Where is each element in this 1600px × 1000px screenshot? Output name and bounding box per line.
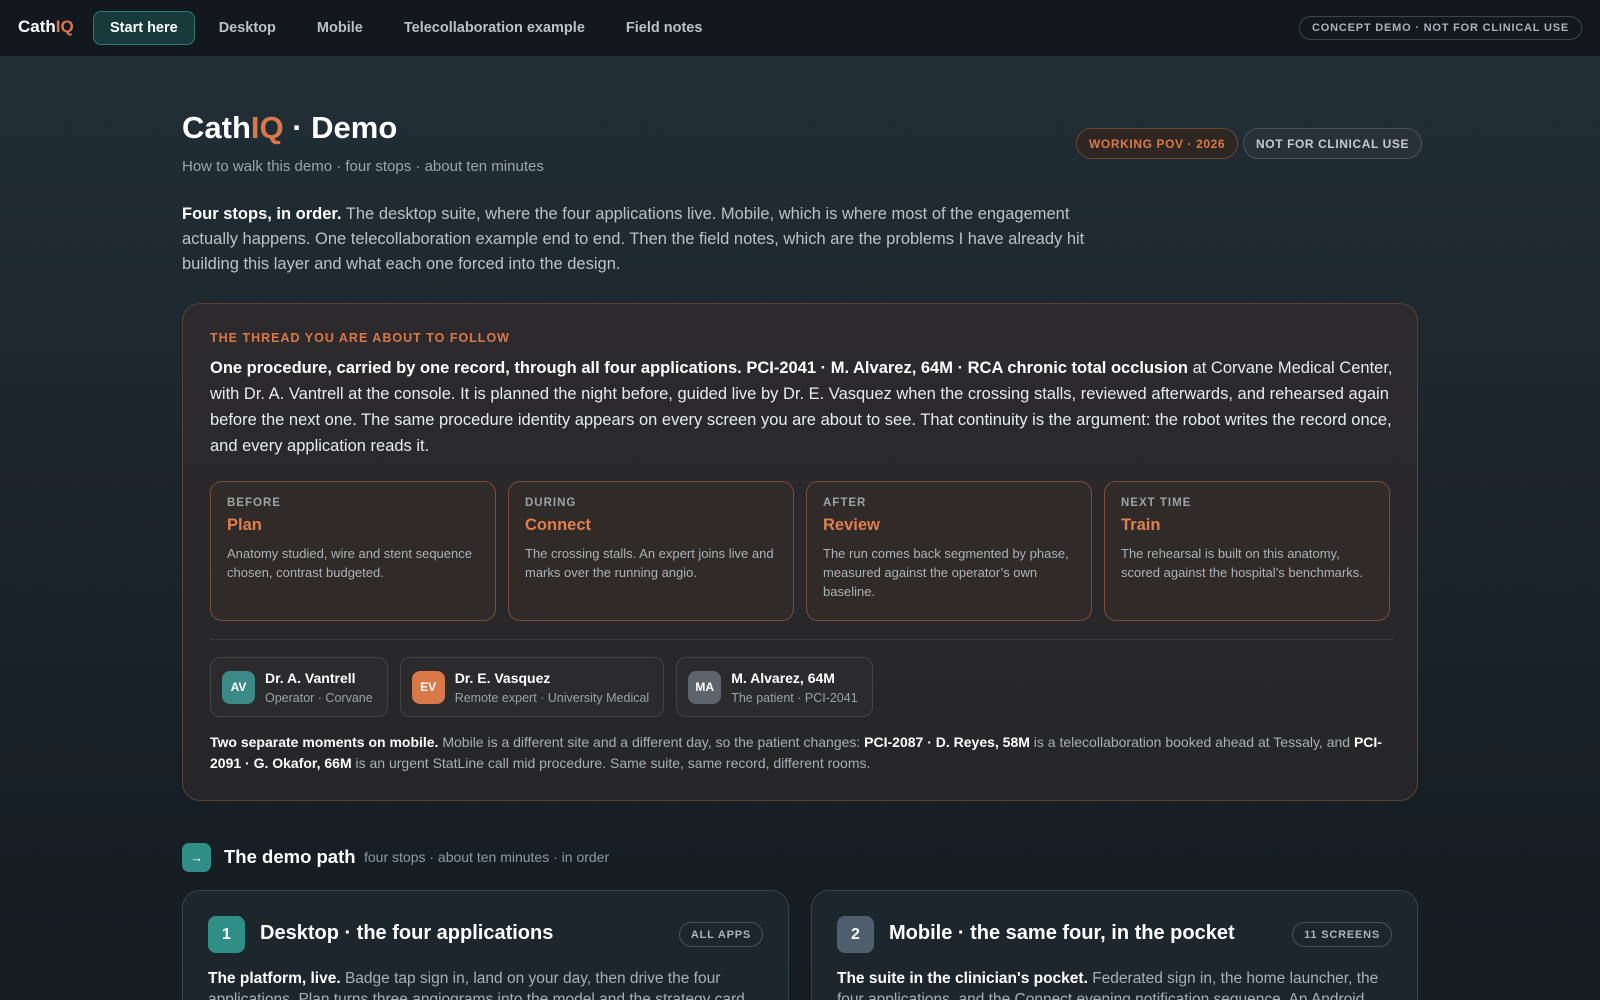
title-suffix: · Demo: [283, 110, 398, 145]
not-for-clinical-use-badge: NOT FOR CLINICAL USE: [1243, 128, 1423, 159]
person-role: The patient · PCI-2041: [731, 690, 858, 705]
mobile-note: Two separate moments on mobile. Mobile i…: [210, 732, 1395, 774]
phase-card-connect[interactable]: DURING Connect The crossing stalls. An e…: [508, 481, 794, 621]
stop-card-mobile[interactable]: 2 Mobile · the same four, in the pocket …: [811, 890, 1418, 1000]
person-info: Dr. E. Vasquez Remote expert · Universit…: [455, 670, 650, 705]
phase-card-plan[interactable]: BEFORE Plan Anatomy studied, wire and st…: [210, 481, 496, 621]
phase-description: The rehearsal is built on this anatomy, …: [1121, 546, 1363, 580]
brand-prefix: Cath: [18, 17, 56, 36]
stop-badge: 11 SCREENS: [1292, 922, 1392, 947]
mobile-note-text: is an urgent StatLine call mid procedure…: [351, 755, 871, 771]
person-name: Dr. A. Vantrell: [265, 669, 356, 686]
phase-name: Train: [1121, 516, 1161, 534]
intro-paragraph: Four stops, in order. The desktop suite,…: [182, 202, 1102, 277]
intro-lead: Four stops, in order.: [182, 205, 342, 223]
mobile-note-text: Mobile is a different site and a differe…: [438, 734, 865, 750]
stop-description: The suite in the clinician's pocket. Fed…: [837, 968, 1393, 1000]
people-chips: AV Dr. A. Vantrell Operator · Corvane EV…: [210, 657, 873, 717]
phase-cards: BEFORE Plan Anatomy studied, wire and st…: [210, 481, 1390, 621]
stop-number: 2: [837, 916, 874, 953]
stop-lead: The suite in the clinician's pocket.: [837, 970, 1088, 987]
phase-description: Anatomy studied, wire and stent sequence…: [227, 546, 472, 580]
person-role: Remote expert · University Medical: [454, 690, 650, 705]
person-chip-operator[interactable]: AV Dr. A. Vantrell Operator · Corvane: [210, 657, 388, 717]
nav-tab-desktop[interactable]: Desktop: [202, 11, 293, 45]
thread-description: One procedure, carried by one record, th…: [210, 355, 1395, 459]
phase-when: BEFORE: [227, 497, 281, 509]
avatar: MA: [688, 670, 722, 704]
title-accent: IQ: [250, 110, 284, 145]
phase-when: AFTER: [823, 497, 867, 509]
top-nav-bar: CathIQ Start here Desktop Mobile Telecol…: [0, 0, 1600, 57]
phase-name: Review: [823, 516, 880, 534]
nav-tab-telecollaboration-example[interactable]: Telecollaboration example: [387, 11, 602, 45]
mobile-note-lead: Two separate moments on mobile.: [210, 734, 439, 750]
person-info: Dr. A. Vantrell Operator · Corvane: [265, 670, 373, 705]
avatar: EV: [411, 670, 445, 704]
stop-title: Desktop · the four applications: [260, 922, 554, 944]
stop-lead: The platform, live.: [208, 970, 341, 987]
avatar: AV: [222, 670, 255, 704]
demo-path-subtitle: four stops · about ten minutes · in orde…: [364, 849, 610, 865]
arrow-right-icon: →: [182, 843, 211, 872]
phase-when: NEXT TIME: [1121, 497, 1192, 509]
nav-tab-field-notes[interactable]: Field notes: [609, 11, 720, 45]
demo-path-title: The demo path: [224, 846, 356, 867]
person-role: Operator · Corvane: [265, 690, 373, 705]
phase-name: Connect: [525, 516, 591, 534]
mobile-note-text: is a telecollaboration booked ahead at T…: [1029, 734, 1354, 750]
thread-kicker: THE THREAD YOU ARE ABOUT TO FOLLOW: [210, 331, 510, 345]
person-name: M. Alvarez, 64M: [731, 669, 835, 686]
mobile-note-case: PCI-2087 · D. Reyes, 58M: [864, 734, 1030, 750]
thread-lead: One procedure, carried by one record, th…: [210, 359, 1188, 377]
person-info: M. Alvarez, 64M The patient · PCI-2041: [731, 670, 857, 705]
thread-divider: [210, 639, 1393, 640]
phase-card-review[interactable]: AFTER Review The run comes back segmente…: [806, 481, 1092, 621]
thread-card: THE THREAD YOU ARE ABOUT TO FOLLOW One p…: [182, 303, 1418, 801]
nav-tab-start-here[interactable]: Start here: [93, 11, 195, 45]
title-prefix: Cath: [182, 110, 251, 145]
working-pov-badge: WORKING POV · 2026: [1076, 128, 1239, 159]
page-subtitle: How to walk this demo · four stops · abo…: [182, 158, 544, 175]
page-title: CathIQ · Demo: [182, 110, 397, 146]
stop-card-desktop[interactable]: 1 Desktop · the four applications ALL AP…: [182, 890, 789, 1000]
phase-description: The crossing stalls. An expert joins liv…: [525, 546, 774, 580]
nav-tab-mobile[interactable]: Mobile: [300, 11, 380, 45]
stop-number: 1: [208, 916, 245, 953]
phase-description: The run comes back segmented by phase, m…: [823, 546, 1069, 599]
person-chip-patient[interactable]: MA M. Alvarez, 64M The patient · PCI-204…: [676, 657, 873, 717]
stop-title: Mobile · the same four, in the pocket: [889, 922, 1235, 944]
brand-logo[interactable]: CathIQ: [18, 17, 74, 37]
main-nav: Start here Desktop Mobile Telecollaborat…: [93, 11, 726, 45]
phase-when: DURING: [525, 497, 577, 509]
phase-name: Plan: [227, 516, 262, 534]
concept-demo-badge: CONCEPT DEMO · NOT FOR CLINICAL USE: [1299, 16, 1582, 40]
stop-description: The platform, live. Badge tap sign in, l…: [208, 968, 764, 1000]
person-name: Dr. E. Vasquez: [454, 669, 551, 686]
stop-badge: ALL APPS: [678, 922, 763, 947]
brand-suffix: IQ: [55, 17, 74, 36]
phase-card-train[interactable]: NEXT TIME Train The rehearsal is built o…: [1104, 481, 1390, 621]
person-chip-remote-expert[interactable]: EV Dr. E. Vasquez Remote expert · Univer…: [399, 657, 665, 717]
